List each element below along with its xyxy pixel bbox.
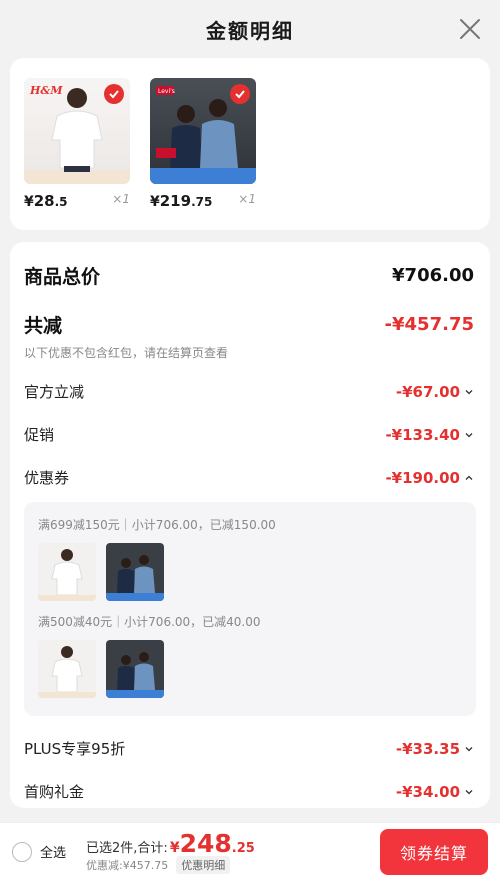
currency-symbol: ¥ [169,840,180,856]
discount-item-value: -¥133.40 [385,425,460,444]
amount-summary: 商品总价 ¥706.00 共减 -¥457.75 以下优惠不包含红包，请在结算页… [10,242,490,808]
coupon-line: 满699减150元｜小计706.00，已减150.00 [38,518,276,532]
discount-summary: 优惠减:¥457.75 [86,859,169,872]
checkout-bar: 全选 已选2件,合计: ¥ 248 .25 优惠减:¥457.75 优惠明细 领… [0,822,500,880]
discount-item-value: -¥190.00 [385,468,460,487]
discount-item-label: 促销 [24,426,55,444]
discount-item-label: 首购礼金 [24,783,85,801]
selected-check-icon[interactable] [104,84,124,104]
product-item[interactable]: H&M ¥ 28 .5 ×1 [24,78,140,230]
discount-item-coupon[interactable]: 优惠券 -¥190.00 [10,467,490,488]
header: 金额明细 [0,0,500,58]
currency-symbol: ¥ [24,194,34,210]
discount-item-first-purchase[interactable]: 首购礼金 -¥34.00 [10,781,490,802]
price-decimal: .5 [54,195,68,209]
discount-item-plus[interactable]: PLUS专享95折 -¥33.35 [10,738,490,759]
discount-item-value-wrap: -¥190.00 [385,469,474,487]
select-all-radio[interactable] [12,841,32,862]
discount-item-value-wrap: -¥67.00 [396,383,474,401]
checkout-button[interactable]: 领券结算 [380,829,488,875]
coupon-thumbnails [38,640,462,698]
product-price: ¥ 219 .75 ×1 [150,192,256,210]
chevron-down-icon[interactable] [464,744,474,754]
discount-detail-button[interactable]: 优惠明细 [176,856,231,874]
price-integer: 28 [33,192,55,210]
discount-item-value-wrap: -¥133.40 [385,426,474,444]
discount-item-official[interactable]: 官方立减 -¥67.00 [10,381,490,402]
discount-item-value: -¥33.35 [395,739,460,758]
price-decimal: .75 [191,195,213,209]
discount-item-promotion[interactable]: 促销 -¥133.40 [10,424,490,445]
page-title: 金额明细 [206,18,294,43]
thumbnail-hm [38,543,96,601]
product-list: H&M ¥ 28 .5 ×1 Levi's ¥ 219 .75 ×1 [10,58,490,230]
discount-label: 共减 [24,315,63,337]
total-value: ¥706.00 [392,265,474,286]
discount-item-label: PLUS专享95折 [24,740,126,758]
total-integer: 248 [179,829,232,858]
price-integer: 219 [159,192,192,210]
close-icon[interactable] [458,17,482,41]
total-label: 商品总价 [24,266,101,288]
discount-note: 以下优惠不包含红包，请在结算页查看 [24,346,229,360]
thumbnail-levis [106,640,164,698]
coupon-detail-box: 满699减150元｜小计706.00，已减150.00 满500减40元｜小计7… [24,502,476,716]
checkout-label: 领券结算 [399,844,468,863]
thumbnail-hm [38,640,96,698]
coupon-line: 满500减40元｜小计706.00，已减40.00 [38,615,261,629]
chevron-up-icon[interactable] [464,473,474,483]
discount-row: 共减 -¥457.75 [10,311,490,338]
brand-logo-hm: H&M [29,84,63,97]
product-price: ¥ 28 .5 ×1 [24,192,130,210]
currency-symbol: ¥ [150,194,160,210]
coupon-thumbnails [38,543,462,601]
checkout-total: 已选2件,合计: ¥ 248 .25 优惠减:¥457.75 优惠明细 [86,829,255,874]
discount-item-value-wrap: -¥33.35 [396,740,474,758]
discount-item-value: -¥34.00 [395,782,460,801]
thumbnail-levis [106,543,164,601]
product-quantity: ×1 [112,192,130,206]
brand-logo-levis: Levi's [158,88,175,95]
select-all-label[interactable]: 全选 [40,842,66,861]
discount-line: 优惠减:¥457.75 优惠明细 [86,856,255,874]
chevron-down-icon[interactable] [464,430,474,440]
selected-count: 已选2件,合计: [86,841,168,856]
discount-item-label: 优惠券 [24,469,70,487]
selected-check-icon[interactable] [230,84,250,104]
product-quantity: ×1 [238,192,256,206]
total-decimal: .25 [231,841,255,856]
product-image-levis[interactable]: Levi's [150,78,256,184]
product-item[interactable]: Levi's ¥ 219 .75 ×1 [150,78,266,230]
total-row: 商品总价 ¥706.00 [10,242,490,289]
chevron-down-icon[interactable] [464,387,474,397]
discount-item-value: -¥67.00 [395,382,460,401]
product-image-hm[interactable]: H&M [24,78,130,184]
discount-item-label: 官方立减 [24,383,85,401]
chevron-down-icon[interactable] [464,787,474,797]
discount-item-value-wrap: -¥34.00 [396,783,474,801]
discount-value: -¥457.75 [384,314,474,335]
total-line: 已选2件,合计: ¥ 248 .25 [86,829,255,858]
